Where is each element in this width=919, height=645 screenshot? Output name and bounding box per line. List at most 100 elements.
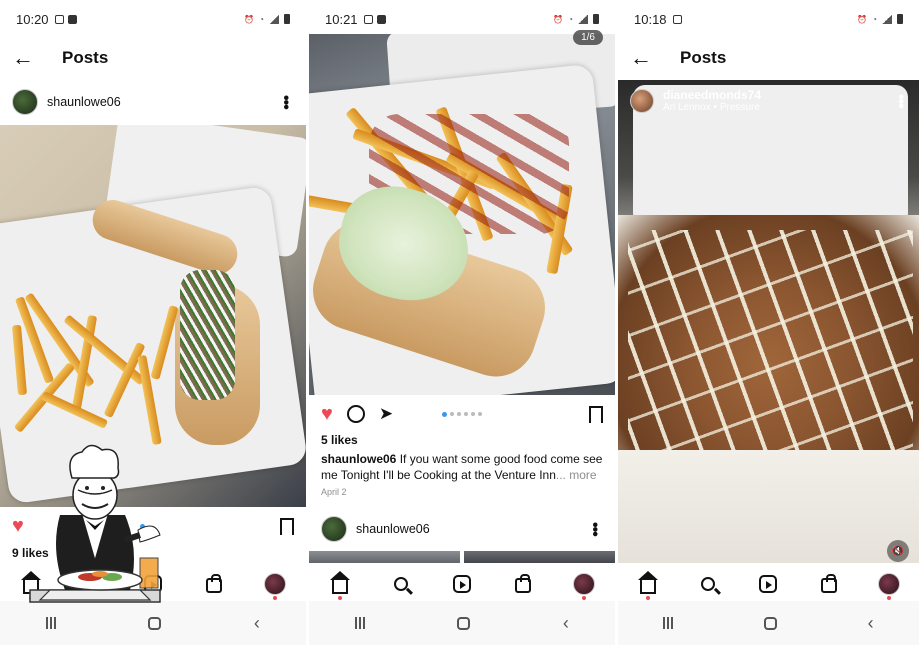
nav-profile[interactable]	[571, 571, 597, 600]
more-icon[interactable]: •••	[585, 522, 603, 536]
nav-home[interactable]	[327, 571, 353, 600]
reel-header: dianeedmonds74 Ari Lennox • Pressure	[630, 88, 761, 113]
back-icon[interactable]: ‹	[254, 613, 260, 634]
battery-icon	[897, 14, 903, 24]
page-title: Posts	[680, 48, 727, 67]
avatar[interactable]	[630, 88, 654, 113]
nav-profile[interactable]	[262, 571, 288, 600]
profile-avatar	[573, 573, 596, 595]
home-square-icon[interactable]	[457, 616, 471, 630]
nav-reels[interactable]	[755, 571, 781, 597]
system-indicators: ⏰ ◔	[857, 14, 903, 24]
recents-icon[interactable]	[355, 617, 366, 629]
recents-icon[interactable]	[663, 617, 674, 629]
carousel-dots	[442, 411, 482, 417]
notification-dot	[582, 596, 587, 600]
nav-shop[interactable]	[816, 571, 842, 597]
more-icon[interactable]: •••	[891, 94, 909, 108]
bookmark-icon[interactable]	[280, 517, 294, 540]
home-icon	[638, 571, 659, 594]
notification-dot	[886, 596, 891, 600]
battery-icon	[593, 14, 599, 24]
status-bar: 10:21 ⏰ ◔	[309, 0, 615, 38]
paper-liner	[618, 450, 919, 563]
alarm-icon: ⏰	[244, 14, 255, 24]
back-icon[interactable]: ‹	[868, 613, 874, 634]
nav-reels[interactable]	[449, 571, 475, 597]
status-icons	[672, 14, 682, 24]
recents-icon[interactable]	[46, 617, 57, 629]
back-arrow-icon[interactable]: ←	[12, 47, 48, 69]
home-icon	[329, 571, 350, 594]
nav-shop[interactable]	[201, 571, 227, 597]
page-dot	[478, 411, 482, 416]
status-bar: 10:20 ⏰ ◔	[0, 0, 306, 38]
mute-icon[interactable]: 🔇	[887, 540, 909, 562]
nav-home[interactable]	[635, 571, 661, 600]
search-icon	[701, 577, 716, 591]
sandwich-filling	[180, 270, 235, 400]
heart-icon[interactable]: ♥	[321, 403, 333, 426]
bottom-nav	[309, 563, 615, 605]
status-time: 10:20	[16, 11, 49, 27]
screen-3: 10:18 ⏰ ◔ ← Posts dianeedmonds74 Ari Len…	[618, 0, 919, 645]
post-actions: ♥ ➤	[309, 395, 615, 433]
system-indicators: ⏰ ◔	[553, 14, 599, 24]
carousel-counter: 1/6	[573, 30, 603, 45]
reels-icon	[452, 575, 471, 593]
post-date: April 2	[321, 487, 347, 497]
post-username[interactable]: shaunlowe06	[47, 95, 121, 109]
notification-dot	[273, 596, 278, 600]
system-nav: ‹	[309, 601, 615, 645]
status-icons	[54, 14, 77, 24]
likes-count[interactable]: 5 likes	[321, 433, 358, 447]
comment-icon[interactable]	[346, 405, 365, 423]
profile-avatar	[877, 573, 900, 595]
wifi-icon: ◔	[872, 14, 877, 24]
reel-username[interactable]: dianeedmonds74	[663, 88, 761, 102]
instagram-icon	[672, 14, 682, 24]
top-bar: ← Posts	[0, 38, 306, 78]
battery-icon	[284, 14, 290, 24]
send-icon[interactable]: ➤	[379, 404, 393, 424]
bottom-nav	[618, 563, 919, 605]
post-photo[interactable]	[309, 34, 615, 395]
status-time: 10:21	[325, 11, 358, 27]
page-dot	[457, 411, 461, 416]
page-dot	[450, 411, 454, 416]
profile-avatar	[264, 573, 287, 595]
page-dot	[464, 411, 468, 416]
system-indicators: ⏰ ◔	[244, 14, 290, 24]
wifi-icon: ◔	[259, 14, 264, 24]
back-icon[interactable]: ‹	[563, 613, 569, 634]
bookmark-icon[interactable]	[589, 405, 603, 428]
status-icons	[363, 14, 386, 24]
page-title: Posts	[62, 48, 109, 67]
chef-logo	[29, 444, 161, 603]
post-username[interactable]: shaunlowe06	[356, 522, 430, 536]
instagram-icon	[363, 14, 373, 24]
nav-search[interactable]	[388, 571, 414, 597]
caption-more[interactable]: ... more	[556, 468, 597, 482]
home-square-icon[interactable]	[148, 616, 162, 630]
nav-profile[interactable]	[876, 571, 902, 600]
reels-icon	[759, 575, 778, 593]
notification-dot	[646, 596, 651, 600]
page-dot-active	[442, 411, 447, 417]
back-arrow-icon[interactable]: ←	[630, 47, 666, 69]
avatar[interactable]	[321, 516, 347, 542]
post-caption: shaunlowe06 If you want some good food c…	[321, 451, 605, 483]
reel-video[interactable]	[618, 80, 919, 563]
shop-icon	[206, 574, 223, 593]
alarm-icon: ⏰	[553, 14, 564, 24]
more-icon[interactable]: •••	[276, 95, 294, 109]
avatar[interactable]	[12, 89, 38, 115]
nav-shop[interactable]	[510, 571, 536, 597]
caption-username[interactable]: shaunlowe06	[321, 452, 396, 466]
home-square-icon[interactable]	[763, 616, 777, 630]
nav-search[interactable]	[695, 571, 721, 597]
next-post-header: shaunlowe06 •••	[309, 507, 615, 551]
status-time: 10:18	[634, 11, 667, 27]
reel-header-text: dianeedmonds74 Ari Lennox • Pressure	[663, 88, 761, 113]
reel-audio[interactable]: Ari Lennox • Pressure	[663, 102, 761, 113]
